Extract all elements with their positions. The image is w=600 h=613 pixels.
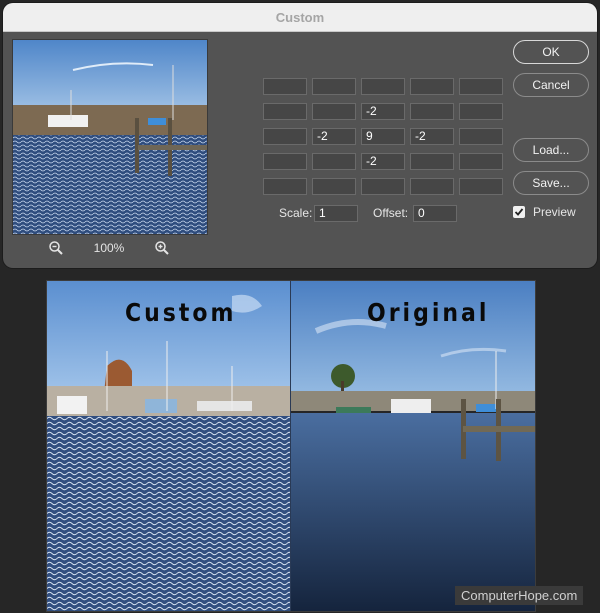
matrix-cell[interactable] <box>263 153 307 170</box>
checkmark-icon <box>514 208 524 216</box>
offset-label: Offset: <box>373 206 409 220</box>
matrix-cell[interactable] <box>263 103 307 120</box>
matrix-cell[interactable] <box>410 103 454 120</box>
matrix-cell[interactable] <box>312 178 356 195</box>
original-half: Original <box>291 281 535 611</box>
matrix-cell[interactable] <box>459 103 503 120</box>
matrix-cell[interactable] <box>361 78 405 95</box>
matrix-cell[interactable] <box>263 178 307 195</box>
filter-preview-image[interactable] <box>12 39 208 235</box>
matrix-cell[interactable]: -2 <box>361 103 405 120</box>
preview-zoom-controls: 100% <box>12 239 206 257</box>
matrix-cell[interactable] <box>312 78 356 95</box>
matrix-cell[interactable] <box>263 128 307 145</box>
matrix-cell[interactable] <box>410 153 454 170</box>
watermark: ComputerHope.com <box>455 586 584 605</box>
preview-checkbox[interactable] <box>513 206 525 218</box>
dialog-titlebar[interactable]: Custom <box>3 3 597 32</box>
scale-label: Scale: <box>279 206 313 220</box>
matrix-cell[interactable]: -2 <box>312 128 356 145</box>
custom-label: Custom <box>125 299 237 328</box>
matrix-cell[interactable]: -2 <box>410 128 454 145</box>
offset-input[interactable]: 0 <box>413 205 457 222</box>
dialog-title: Custom <box>275 9 325 25</box>
load-button[interactable]: Load... <box>513 138 589 162</box>
preview-label: Preview <box>533 205 576 219</box>
comparison-photo: Custom Original <box>46 280 536 612</box>
matrix-cell[interactable] <box>410 178 454 195</box>
custom-filtered-half: Custom <box>47 281 290 611</box>
original-label: Original <box>367 299 490 328</box>
matrix-cell[interactable] <box>263 78 307 95</box>
matrix-cell[interactable] <box>459 153 503 170</box>
cancel-button[interactable]: Cancel <box>513 73 589 97</box>
matrix-cell[interactable] <box>459 78 503 95</box>
zoom-out-icon[interactable] <box>48 240 64 256</box>
matrix-cell-center[interactable]: 9 <box>361 128 405 145</box>
ok-button[interactable]: OK <box>513 40 589 64</box>
matrix-cell[interactable] <box>459 178 503 195</box>
matrix-cell[interactable] <box>459 128 503 145</box>
matrix-cell[interactable] <box>312 153 356 170</box>
save-button[interactable]: Save... <box>513 171 589 195</box>
zoom-level: 100% <box>93 241 125 255</box>
matrix-cell[interactable] <box>361 178 405 195</box>
matrix-cell[interactable] <box>410 78 454 95</box>
scale-input[interactable]: 1 <box>314 205 358 222</box>
zoom-in-icon[interactable] <box>154 240 170 256</box>
matrix-cell[interactable]: -2 <box>361 153 405 170</box>
matrix-cell[interactable] <box>312 103 356 120</box>
custom-filter-dialog: Custom 100% -2 -2 9 -2 -2 Scale: 1 Offse… <box>3 3 597 268</box>
